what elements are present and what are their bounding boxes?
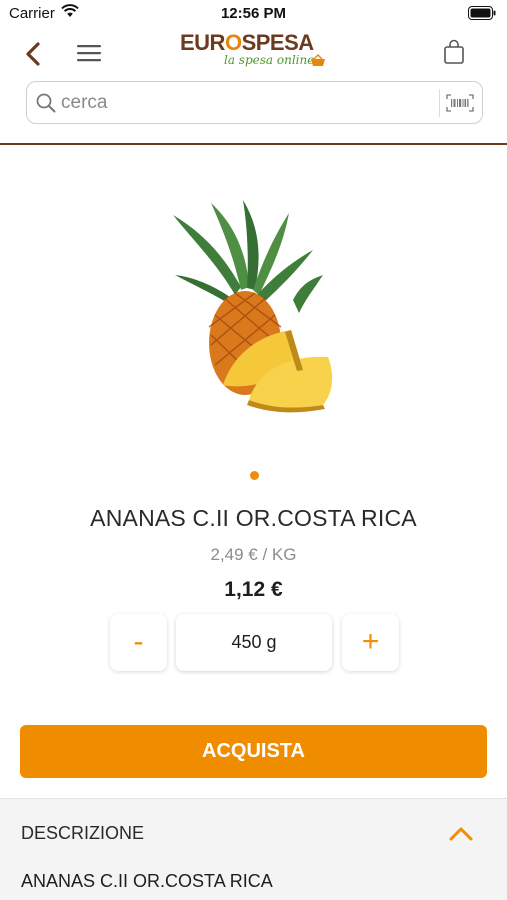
gallery-page-indicator[interactable] (250, 471, 259, 480)
quantity-field[interactable]: 450 g (176, 614, 332, 671)
shopping-bag-icon[interactable] (443, 39, 465, 65)
eurospesa-logo[interactable]: EUROSPESA la spesa online (180, 30, 330, 74)
decrease-quantity-button[interactable]: - (110, 614, 167, 671)
header-divider (0, 143, 507, 145)
back-chevron-icon[interactable] (20, 40, 48, 68)
description-section: DESCRIZIONE ANANAS C.II OR.COSTA RICA (0, 798, 507, 900)
increase-quantity-button[interactable]: + (342, 614, 399, 671)
battery-icon (468, 6, 496, 20)
clock: 12:56 PM (220, 5, 287, 22)
search-separator (439, 89, 440, 117)
pineapple-leaves (173, 200, 313, 305)
search-icon (36, 93, 56, 113)
buy-button[interactable]: ACQUISTA (20, 725, 487, 778)
description-text: ANANAS C.II OR.COSTA RICA (21, 871, 273, 891)
hamburger-menu-icon[interactable] (76, 42, 102, 64)
product-image[interactable] (163, 195, 348, 415)
chevron-up-icon[interactable] (448, 826, 474, 842)
total-price: 1,12 € (224, 578, 283, 601)
logo-tagline: la spesa online (224, 53, 315, 67)
search-bar (26, 81, 483, 124)
search-input[interactable] (61, 88, 421, 118)
barcode-scanner-icon[interactable] (446, 94, 474, 112)
basket-icon (311, 54, 325, 66)
status-bar: Carrier 12:56 PM (0, 0, 507, 28)
description-header[interactable]: DESCRIZIONE (21, 823, 144, 844)
unit-price: 2,49 € / KG (210, 545, 297, 564)
app-header: EUROSPESA la spesa online (0, 28, 507, 78)
product-title: ANANAS C.II OR.COSTA RICA (90, 505, 417, 531)
